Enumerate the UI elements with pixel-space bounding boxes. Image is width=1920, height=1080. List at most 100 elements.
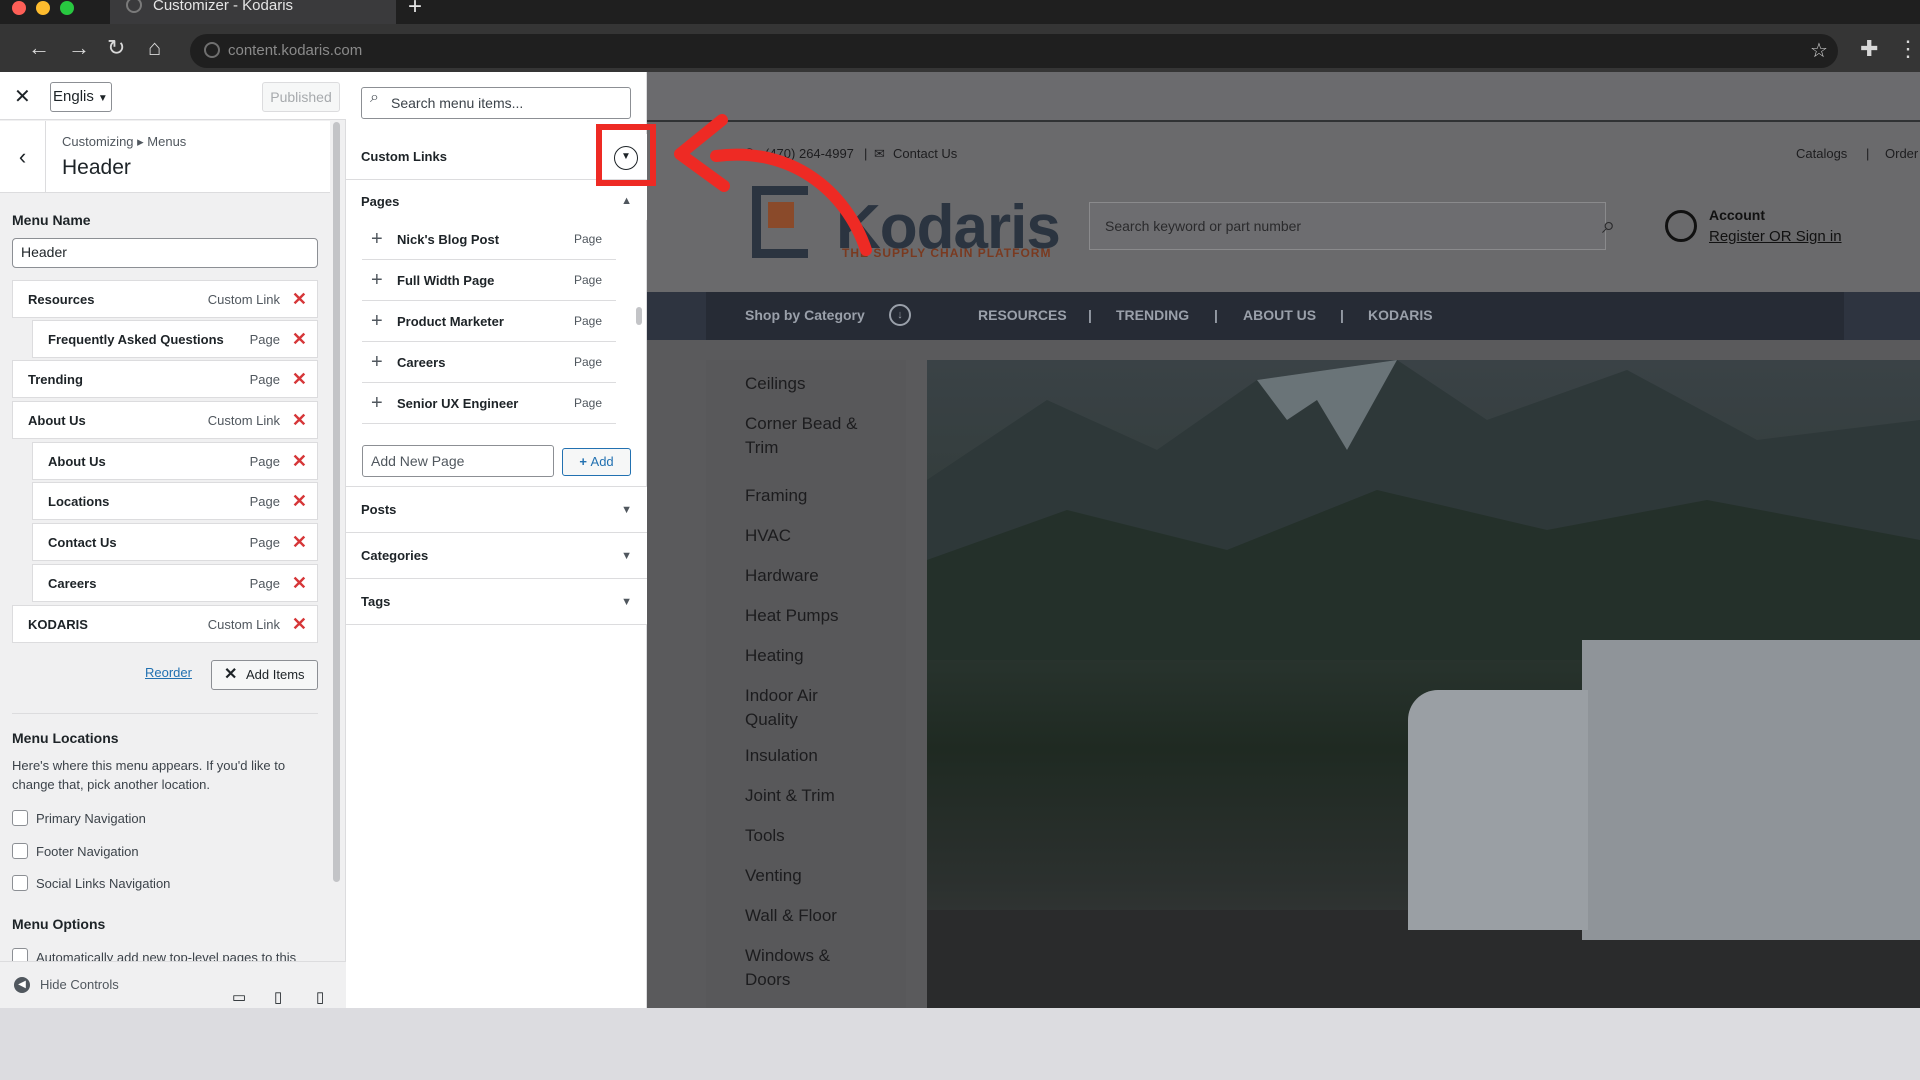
page-list-item[interactable]: + Careers Page xyxy=(362,343,616,383)
category-link[interactable]: Joint & Trim xyxy=(745,784,945,808)
order-link[interactable]: Order xyxy=(1885,146,1918,161)
menu-name-input[interactable]: Header xyxy=(12,238,318,268)
remove-item-icon[interactable]: ✕ xyxy=(292,410,307,431)
forward-arrow-icon[interactable]: → xyxy=(68,36,90,60)
mobile-preview-icon[interactable]: ▯ xyxy=(316,988,324,1006)
arrow-down-circle-icon[interactable]: ↓ xyxy=(889,304,911,326)
remove-item-icon[interactable]: ✕ xyxy=(292,573,307,594)
close-window-button[interactable] xyxy=(12,1,26,15)
plus-icon: + xyxy=(579,454,591,469)
add-page-button[interactable]: + Add xyxy=(562,448,631,476)
back-chevron-icon[interactable]: ‹ xyxy=(0,121,46,193)
remove-item-icon[interactable]: ✕ xyxy=(292,614,307,635)
menu-item[interactable]: Resources Custom Link ✕ xyxy=(12,280,318,318)
menu-item-type: Page xyxy=(249,372,280,387)
nav-kodaris[interactable]: KODARIS xyxy=(1368,307,1433,323)
menu-item-type: Page xyxy=(249,494,280,509)
hide-controls-button[interactable]: Hide Controls xyxy=(40,977,119,992)
plus-icon[interactable]: + xyxy=(371,352,383,372)
minimize-window-button[interactable] xyxy=(36,1,50,15)
nav-resources[interactable]: RESOURCES xyxy=(978,307,1067,323)
page-list-item[interactable]: + Full Width Page Page xyxy=(362,261,616,301)
home-icon[interactable]: ⌂ xyxy=(148,36,161,60)
tags-section[interactable]: Tags ▼ xyxy=(346,579,647,625)
remove-item-icon[interactable]: ✕ xyxy=(292,369,307,390)
plus-icon[interactable]: + xyxy=(371,270,383,290)
shop-by-category-button[interactable]: Shop by Category xyxy=(745,307,865,323)
language-select[interactable]: Englis ▼ xyxy=(50,82,112,112)
page-list-item[interactable]: + Nick's Blog Post Page xyxy=(362,220,616,260)
truck-cab xyxy=(1408,690,1588,930)
plus-icon[interactable]: + xyxy=(371,311,383,331)
catalogs-link[interactable]: Catalogs xyxy=(1796,146,1847,161)
page-list-item[interactable]: + Senior UX Engineer Page xyxy=(362,384,616,424)
back-arrow-icon[interactable]: ← xyxy=(28,36,50,60)
category-link[interactable]: Ceilings xyxy=(745,372,945,396)
remove-item-icon[interactable]: ✕ xyxy=(292,532,307,553)
nav-about-us[interactable]: ABOUT US xyxy=(1243,307,1316,323)
category-link[interactable]: Heat Pumps xyxy=(745,604,945,628)
category-link[interactable]: Heating xyxy=(745,644,945,668)
remove-item-icon[interactable]: ✕ xyxy=(292,451,307,472)
maximize-window-button[interactable] xyxy=(60,1,74,15)
category-link[interactable]: HVAC xyxy=(745,524,945,548)
pages-section[interactable]: Pages ▲ xyxy=(346,180,647,220)
menu-item[interactable]: Contact Us Page ✕ xyxy=(32,523,318,561)
breadcrumb: Customizing ▸ Menus xyxy=(62,134,187,149)
posts-section[interactable]: Posts ▼ xyxy=(346,486,647,533)
url-text[interactable]: content.kodaris.com xyxy=(228,42,362,59)
category-link[interactable]: Indoor Air Quality xyxy=(745,684,855,732)
menu-item[interactable]: Frequently Asked Questions Page ✕ xyxy=(32,320,318,358)
category-link[interactable]: Hardware xyxy=(745,564,945,588)
reload-icon[interactable]: ↻ xyxy=(107,36,125,60)
remove-item-icon[interactable]: ✕ xyxy=(292,491,307,512)
site-info-icon[interactable] xyxy=(204,42,220,58)
plus-icon[interactable]: + xyxy=(371,229,383,249)
extensions-puzzle-icon[interactable]: ✚ xyxy=(1860,36,1878,62)
menu-item[interactable]: Locations Page ✕ xyxy=(32,482,318,520)
plus-icon[interactable]: + xyxy=(371,393,383,413)
social-links-navigation-checkbox[interactable] xyxy=(12,875,28,891)
address-bar[interactable] xyxy=(190,34,1838,68)
remove-item-icon[interactable]: ✕ xyxy=(292,329,307,350)
page-list-item[interactable]: + Product Marketer Page xyxy=(362,302,616,342)
contact-us-link[interactable]: Contact Us xyxy=(893,146,957,161)
pages-scrollbar[interactable] xyxy=(636,307,642,325)
register-sign-in-link[interactable]: Register OR Sign in xyxy=(1709,228,1842,245)
collapse-arrow-icon[interactable]: ◀ xyxy=(14,977,30,993)
menu-item[interactable]: Careers Page ✕ xyxy=(32,564,318,602)
menu-item[interactable]: Trending Page ✕ xyxy=(12,360,318,398)
desktop-preview-icon[interactable]: ▭ xyxy=(232,988,246,1006)
add-new-page-input[interactable]: Add New Page xyxy=(362,445,554,477)
categories-section[interactable]: Categories ▼ xyxy=(346,533,647,579)
category-link[interactable]: Tools xyxy=(745,824,945,848)
bookmark-star-icon[interactable]: ☆ xyxy=(1810,38,1828,63)
menu-item-title: Locations xyxy=(48,494,110,509)
sidebar-scrollbar[interactable] xyxy=(333,122,340,882)
menu-item-type: Page xyxy=(249,535,280,550)
new-tab-button[interactable]: + xyxy=(408,0,422,21)
remove-item-icon[interactable]: ✕ xyxy=(292,289,307,310)
menu-item-title: About Us xyxy=(48,454,106,469)
category-link[interactable]: Wall & Floor xyxy=(745,904,945,928)
category-link[interactable]: Venting xyxy=(745,864,945,888)
published-button[interactable]: Published xyxy=(262,82,340,112)
tablet-preview-icon[interactable]: ▯ xyxy=(274,988,282,1006)
browser-menu-icon[interactable]: ⋮ xyxy=(1897,36,1919,62)
page-type: Page xyxy=(573,355,602,369)
primary-navigation-checkbox[interactable] xyxy=(12,810,28,826)
footer-navigation-checkbox[interactable] xyxy=(12,843,28,859)
category-link[interactable]: Corner Bead & Trim xyxy=(745,412,875,460)
search-icon[interactable]: ⌕ xyxy=(1602,212,1615,240)
menu-item[interactable]: KODARIS Custom Link ✕ xyxy=(12,605,318,643)
reorder-link[interactable]: Reorder xyxy=(145,665,192,680)
category-link[interactable]: Framing xyxy=(745,484,945,508)
menu-item[interactable]: About Us Custom Link ✕ xyxy=(12,401,318,439)
menu-item[interactable]: About Us Page ✕ xyxy=(32,442,318,480)
close-customizer-icon[interactable]: ✕ xyxy=(14,84,31,109)
category-link[interactable]: Windows & Doors xyxy=(745,944,855,992)
category-link[interactable]: Insulation xyxy=(745,744,945,768)
nav-trending[interactable]: TRENDING xyxy=(1116,307,1189,323)
account-user-icon[interactable] xyxy=(1665,210,1697,242)
window-bottom-strip xyxy=(0,1008,1920,1080)
